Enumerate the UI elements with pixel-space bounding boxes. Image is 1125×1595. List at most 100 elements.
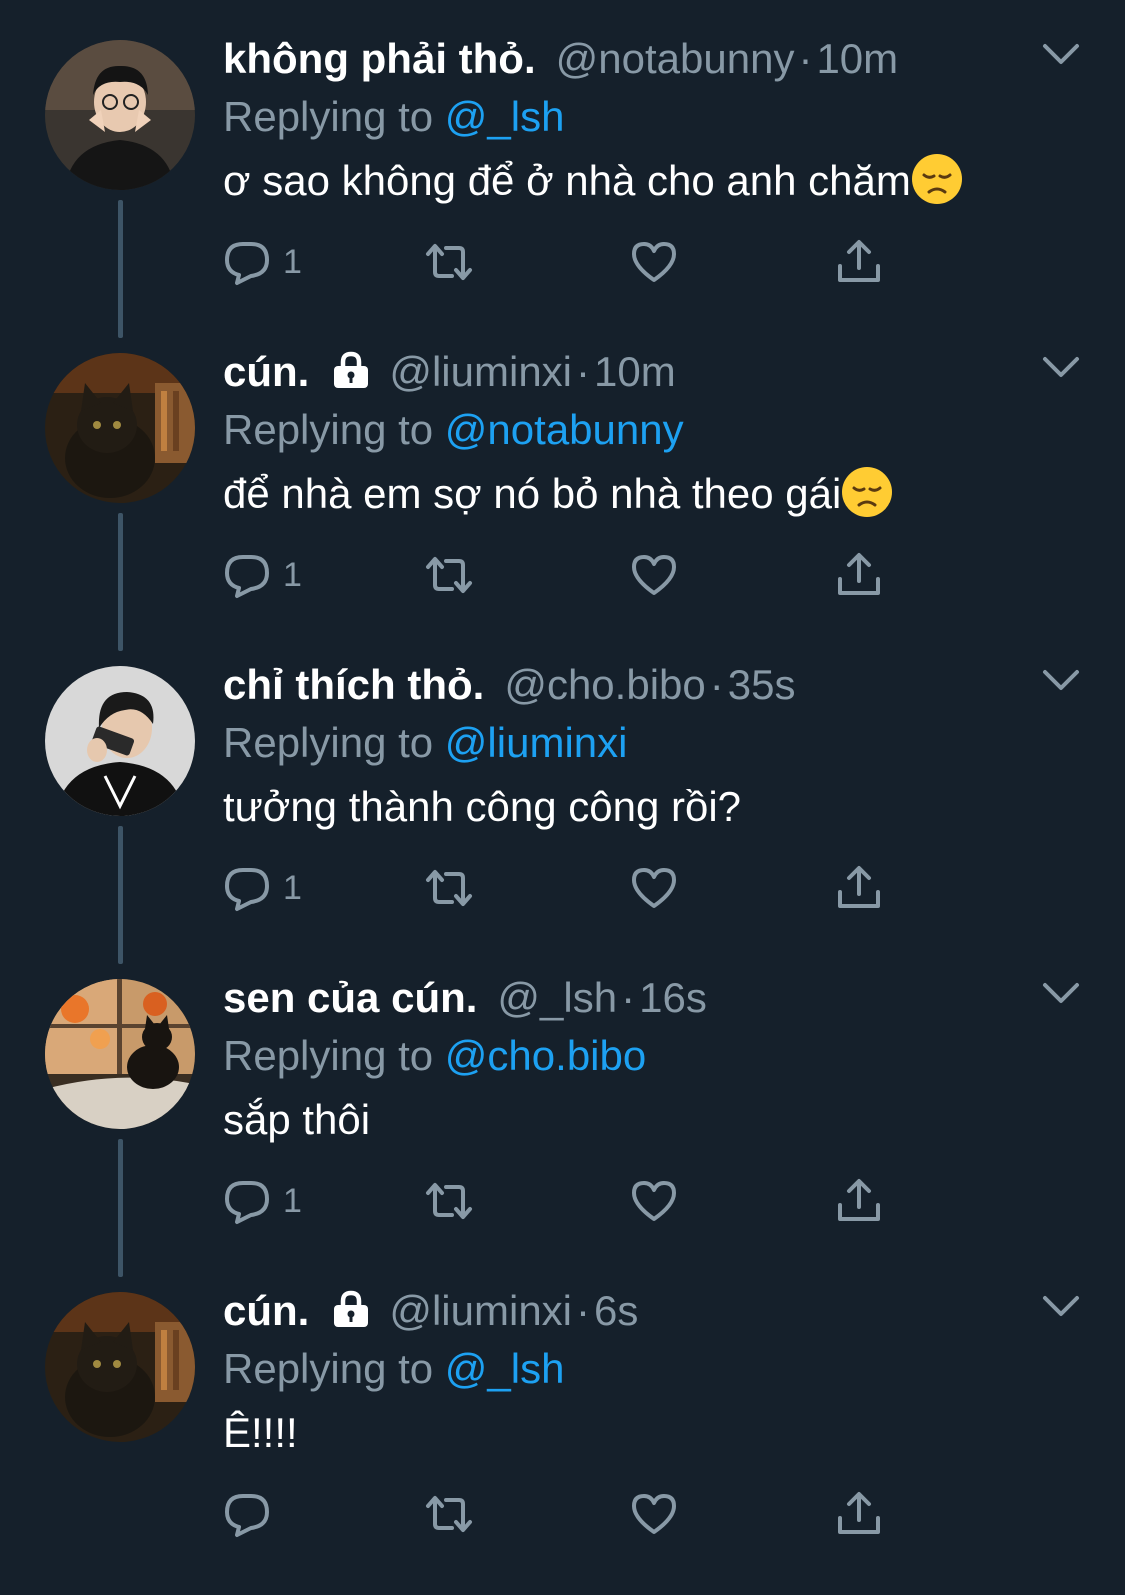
- display-name[interactable]: sen của cún.: [223, 974, 477, 1021]
- chevron-down-icon[interactable]: [1042, 1294, 1080, 1320]
- replying-to-label: Replying to: [223, 406, 434, 453]
- lock-icon: [334, 1290, 369, 1327]
- display-name[interactable]: cún.: [223, 1287, 309, 1334]
- retweet-button[interactable]: [425, 1484, 473, 1544]
- display-name[interactable]: cún.: [223, 348, 309, 395]
- avatar[interactable]: [45, 1292, 195, 1442]
- user-handle[interactable]: @notabunny: [556, 35, 795, 82]
- replying-to-line: Replying to @_lsh: [223, 88, 1065, 146]
- timestamp[interactable]: 35s: [728, 661, 796, 708]
- tweet-actions: 1: [223, 1171, 923, 1231]
- tweet-header: không phải thỏ. @notabunny·10m: [223, 30, 1065, 88]
- chevron-down-icon[interactable]: [1042, 981, 1080, 1007]
- heart-icon: [632, 242, 676, 282]
- user-handle[interactable]: @cho.bibo: [504, 661, 705, 708]
- replying-to-line: Replying to @_lsh: [223, 1340, 1065, 1398]
- avatar[interactable]: [45, 979, 195, 1129]
- timestamp[interactable]: 6s: [594, 1287, 638, 1334]
- share-button[interactable]: [835, 1171, 883, 1231]
- avatar[interactable]: [45, 353, 195, 503]
- replying-to-mention[interactable]: @cho.bibo: [445, 1032, 646, 1079]
- timestamp[interactable]: 16s: [639, 974, 707, 1021]
- share-icon: [838, 1492, 880, 1534]
- replying-to-mention[interactable]: @_lsh: [445, 93, 565, 140]
- reply-count: 1: [283, 555, 302, 594]
- tweet-actions: [223, 1484, 923, 1544]
- avatar[interactable]: [45, 666, 195, 816]
- display-name[interactable]: không phải thỏ.: [223, 35, 536, 82]
- chevron-down-icon[interactable]: [1042, 42, 1080, 68]
- chevron-down-icon[interactable]: [1042, 355, 1080, 381]
- timestamp[interactable]: 10m: [594, 348, 676, 395]
- tweet-text-content: ơ sao không để ở nhà cho anh chăm: [223, 157, 911, 204]
- tweet[interactable]: sen của cún. @_lsh·16s Replying to @cho.b…: [0, 939, 1125, 1277]
- reply-button[interactable]: 1: [223, 1171, 302, 1231]
- retweet-button[interactable]: [425, 545, 473, 605]
- user-handle[interactable]: @liuminxi: [389, 1287, 572, 1334]
- replying-to-mention[interactable]: @_lsh: [445, 1345, 565, 1392]
- cat-avatar-image: [45, 353, 195, 503]
- like-button[interactable]: [630, 858, 678, 918]
- tweet[interactable]: cún. @liuminxi·10m Replying to @notabunny…: [0, 313, 1125, 651]
- retweet-icon: [426, 1496, 472, 1532]
- separator-dot: ·: [576, 1287, 591, 1334]
- share-button[interactable]: [835, 858, 883, 918]
- tweet-text-content: sắp thôi: [223, 1096, 371, 1143]
- reply-icon: [225, 1181, 269, 1224]
- share-icon: [838, 1179, 880, 1221]
- reply-button[interactable]: 1: [223, 232, 302, 292]
- like-button[interactable]: [630, 545, 678, 605]
- reply-button[interactable]: [223, 1484, 283, 1544]
- display-name[interactable]: chỉ thích thỏ.: [223, 661, 484, 708]
- replying-to-line: Replying to @liuminxi: [223, 714, 1065, 772]
- tweet-text: tưởng thành công công rồi?: [223, 772, 1065, 842]
- user-handle[interactable]: @_lsh: [497, 974, 617, 1021]
- reply-icon: [225, 868, 269, 911]
- replying-to-label: Replying to: [223, 1345, 434, 1392]
- disappointed-face-icon: [842, 467, 893, 517]
- cat-window-avatar-image: [45, 979, 195, 1129]
- retweet-button[interactable]: [425, 1171, 473, 1231]
- like-button[interactable]: [630, 1484, 678, 1544]
- heart-icon: [632, 1181, 676, 1221]
- timestamp[interactable]: 10m: [816, 35, 898, 82]
- separator-dot: ·: [709, 661, 724, 708]
- tweet[interactable]: không phải thỏ. @notabunny·10m Replying t…: [0, 0, 1125, 338]
- tweet[interactable]: chỉ thích thỏ. @cho.bibo·35s Replying to …: [0, 626, 1125, 964]
- retweet-icon: [426, 557, 472, 593]
- reply-count: 1: [283, 868, 302, 907]
- like-button[interactable]: [630, 232, 678, 292]
- replying-to-line: Replying to @notabunny: [223, 401, 1065, 459]
- retweet-button[interactable]: [425, 858, 473, 918]
- avatar[interactable]: [45, 40, 195, 190]
- user-handle[interactable]: @liuminxi: [389, 348, 572, 395]
- like-button[interactable]: [630, 1171, 678, 1231]
- tweet-text-content: Ê!!!!: [223, 1409, 298, 1456]
- tweet-header: cún. @liuminxi·10m: [223, 343, 1065, 401]
- replying-to-mention[interactable]: @liuminxi: [445, 719, 628, 766]
- replying-to-mention[interactable]: @notabunny: [445, 406, 684, 453]
- tweet-actions: 1: [223, 545, 923, 605]
- retweet-icon: [426, 244, 472, 280]
- separator-dot: ·: [798, 35, 813, 82]
- share-button[interactable]: [835, 232, 883, 292]
- lock-icon: [334, 351, 369, 388]
- reply-button[interactable]: 1: [223, 858, 302, 918]
- tweet-text-content: để nhà em sợ nó bỏ nhà theo gái: [223, 470, 842, 517]
- person-avatar-image: [45, 40, 195, 190]
- tweet-text-content: tưởng thành công công rồi?: [223, 783, 742, 830]
- tweet-text: sắp thôi: [223, 1085, 1065, 1155]
- heart-icon: [632, 555, 676, 595]
- tweet-text: ơ sao không để ở nhà cho anh chăm: [223, 146, 1065, 216]
- retweet-button[interactable]: [425, 232, 473, 292]
- tweet-thread: không phải thỏ. @notabunny·10m Replying t…: [0, 0, 1125, 1565]
- chevron-down-icon[interactable]: [1042, 668, 1080, 694]
- retweet-icon: [426, 870, 472, 906]
- share-button[interactable]: [835, 545, 883, 605]
- separator-dot: ·: [576, 348, 591, 395]
- share-button[interactable]: [835, 1484, 883, 1544]
- reply-button[interactable]: 1: [223, 545, 302, 605]
- tweet[interactable]: cún. @liuminxi·6s Replying to @_lsh Ê!!!!: [0, 1252, 1125, 1565]
- replying-to-label: Replying to: [223, 93, 434, 140]
- tweet-actions: 1: [223, 858, 923, 918]
